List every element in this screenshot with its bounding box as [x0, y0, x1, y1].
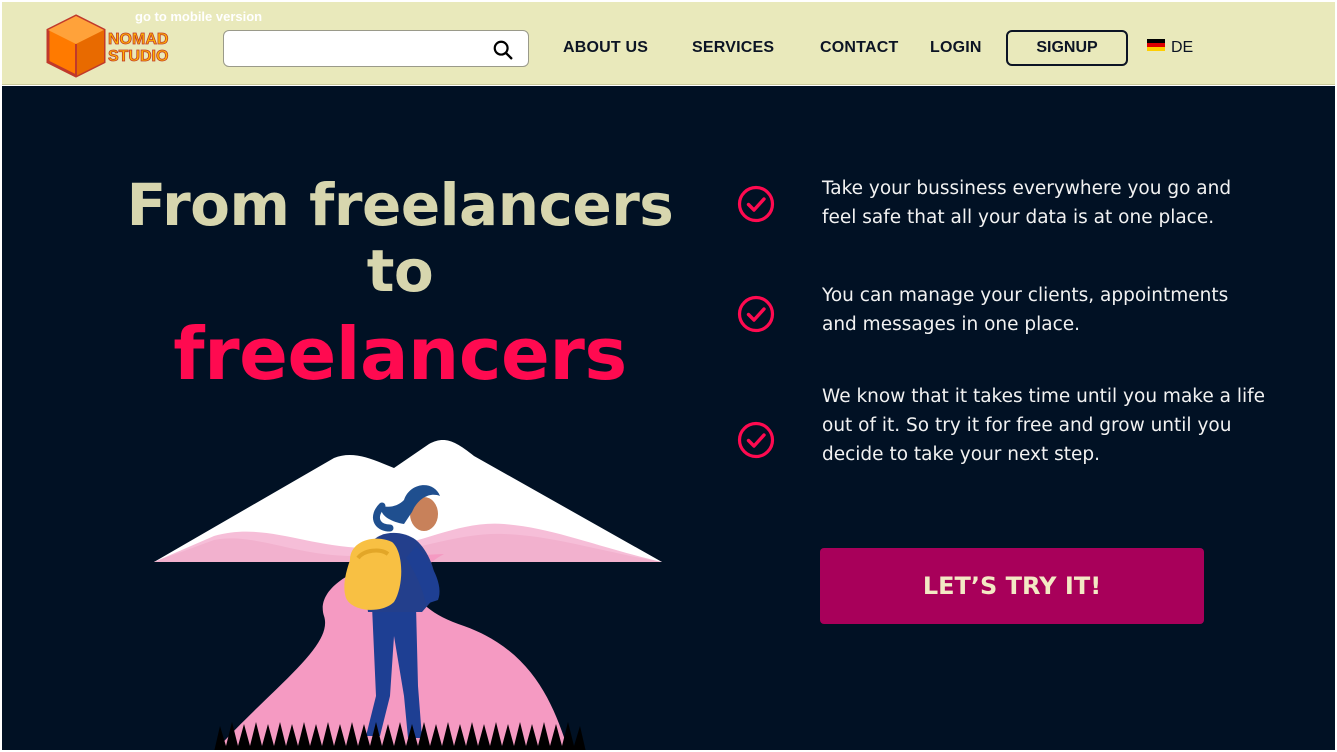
feature-text-2: You can manage your clients, appointment…	[822, 281, 1272, 339]
search-input[interactable]	[234, 37, 484, 61]
site-header: go to mobile version NOMAD STUDIO ABOUT …	[2, 2, 1335, 85]
logo-text-studio: STUDIO	[108, 48, 168, 65]
feature-1-line-1: Take your bussiness everywhere you go an…	[822, 178, 1232, 199]
check-circle-icon	[737, 185, 775, 223]
feature-3-line-1: We know that it takes time until you mak…	[822, 386, 1265, 407]
headline-highlight: freelancers	[173, 312, 627, 396]
hiker-mountain-illustration	[154, 440, 662, 750]
signup-button[interactable]: SIGNUP	[1006, 30, 1128, 66]
check-circle-icon	[737, 421, 775, 459]
nav-about-us[interactable]: ABOUT US	[563, 39, 648, 57]
feature-text-1: Take your bussiness everywhere you go an…	[822, 174, 1272, 232]
nomad-studio-logo[interactable]: NOMAD STUDIO	[44, 14, 189, 78]
hero-headline: From freelancers to	[120, 172, 680, 304]
feature-text-3: We know that it takes time until you mak…	[822, 382, 1272, 469]
feature-1-line-2: feel safe that all your data is at one p…	[822, 207, 1215, 228]
nav-contact[interactable]: CONTACT	[820, 39, 898, 57]
germany-flag-icon	[1147, 39, 1165, 51]
search-icon[interactable]	[492, 39, 514, 61]
nav-services[interactable]: SERVICES	[692, 39, 774, 57]
feature-3-line-3: decide to take your next step.	[822, 444, 1101, 465]
lets-try-it-button[interactable]: LET’S TRY IT!	[820, 548, 1204, 624]
feature-2-line-2: and messages in one place.	[822, 314, 1081, 335]
search-bar[interactable]	[223, 30, 529, 67]
headline-line-1: From freelancers	[126, 171, 674, 239]
feature-2-line-1: You can manage your clients, appointment…	[822, 285, 1229, 306]
check-circle-icon	[737, 295, 775, 333]
logo-text-nomad: NOMAD	[108, 31, 168, 48]
nav-login[interactable]: LOGIN	[930, 39, 982, 57]
feature-3-line-2: out of it. So try it for free and grow u…	[822, 415, 1232, 436]
language-label: DE	[1171, 39, 1194, 56]
hero-section: From freelancers to freelancers Take you…	[2, 86, 1335, 750]
headline-line-2: to	[366, 237, 434, 305]
language-switcher[interactable]: DE	[1147, 39, 1193, 57]
